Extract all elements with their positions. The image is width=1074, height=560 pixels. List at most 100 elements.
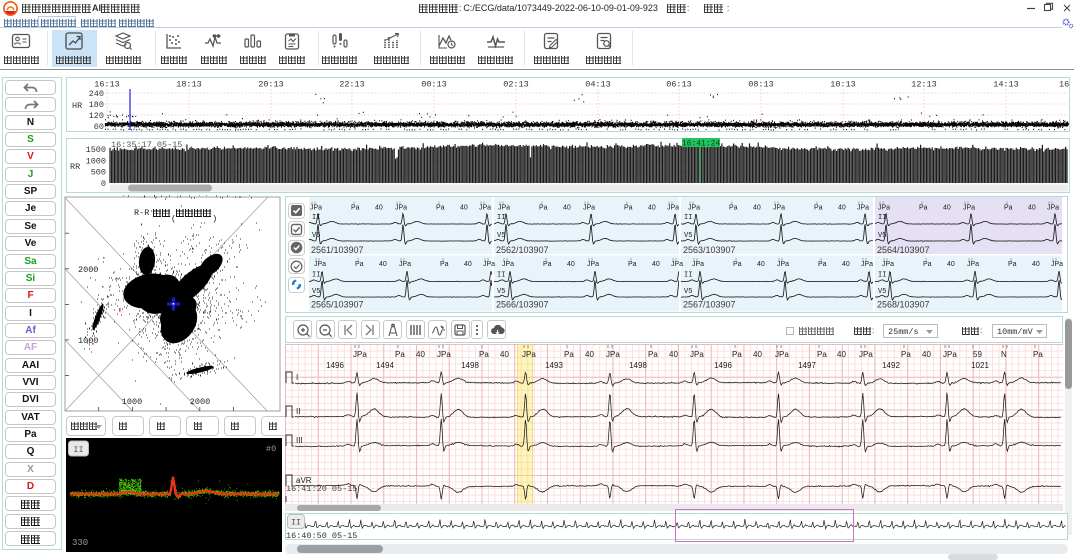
svg-text:JPa: JPa xyxy=(878,205,890,212)
svg-text:40: 40 xyxy=(652,261,660,268)
svg-text:#0: #0 xyxy=(266,444,276,454)
svg-text:40: 40 xyxy=(563,205,571,212)
svg-text:JPa: JPa xyxy=(861,261,873,268)
svg-text:JPa: JPa xyxy=(479,205,491,212)
svg-text:1498: 1498 xyxy=(461,361,479,370)
svg-text:JPa: JPa xyxy=(587,261,599,268)
svg-text:59: 59 xyxy=(973,350,982,359)
svg-text:Pa: Pa xyxy=(351,205,360,212)
svg-text:JPa: JPa xyxy=(353,350,367,359)
svg-text:JPa: JPa xyxy=(671,261,683,268)
svg-text:JPa: JPa xyxy=(1047,205,1059,212)
svg-text:JPa: JPa xyxy=(667,205,679,212)
svg-text:18:13: 18:13 xyxy=(176,80,202,90)
svg-text:JPa: JPa xyxy=(399,261,411,268)
svg-text:40: 40 xyxy=(379,261,387,268)
svg-text:JPa: JPa xyxy=(688,205,700,212)
svg-text:2565/103907: 2565/103907 xyxy=(311,300,364,310)
svg-text:Pa: Pa xyxy=(539,205,548,212)
svg-text:Pa: Pa xyxy=(564,350,574,359)
svg-text:HR: HR xyxy=(72,101,82,111)
svg-text:1496: 1496 xyxy=(714,361,732,370)
svg-text:JPa: JPa xyxy=(882,261,894,268)
svg-text:40: 40 xyxy=(922,350,931,359)
svg-text:40: 40 xyxy=(416,350,425,359)
svg-text:II: II xyxy=(684,214,692,222)
svg-text:1496: 1496 xyxy=(326,361,344,370)
svg-text:2564/103907: 2564/103907 xyxy=(877,245,930,255)
svg-text:JPa: JPa xyxy=(310,205,322,212)
svg-text:Pa: Pa xyxy=(919,205,928,212)
svg-text:I: I xyxy=(296,373,298,382)
svg-text:Pa: Pa xyxy=(543,261,552,268)
svg-text:16:40:50 05-15: 16:40:50 05-15 xyxy=(286,531,357,540)
svg-text:1494: 1494 xyxy=(376,361,394,370)
svg-text:JPa: JPa xyxy=(692,261,704,268)
svg-text:40: 40 xyxy=(757,261,765,268)
svg-text:40: 40 xyxy=(1032,261,1040,268)
svg-text:II: II xyxy=(73,445,83,455)
svg-text:2562/103907: 2562/103907 xyxy=(496,245,549,255)
svg-text:1497: 1497 xyxy=(798,361,816,370)
svg-text:JPa: JPa xyxy=(690,350,704,359)
svg-text:RR: RR xyxy=(70,162,80,172)
svg-text:16:41:24: 16:41:24 xyxy=(682,140,721,149)
svg-text:JPa: JPa xyxy=(859,350,873,359)
svg-text:II: II xyxy=(291,518,301,528)
svg-text:40: 40 xyxy=(1028,205,1036,212)
svg-text:10:13: 10:13 xyxy=(830,80,856,90)
svg-text:40: 40 xyxy=(837,350,846,359)
svg-text:II: II xyxy=(497,214,505,222)
svg-text:120: 120 xyxy=(89,111,104,121)
svg-text:Pa: Pa xyxy=(648,350,658,359)
svg-text:II: II xyxy=(878,272,886,280)
svg-text:JPa: JPa xyxy=(522,350,536,359)
svg-text:12:13: 12:13 xyxy=(911,80,937,90)
svg-text:Pa: Pa xyxy=(440,261,449,268)
svg-text:Pa: Pa xyxy=(624,205,633,212)
svg-text:Pa: Pa xyxy=(1004,205,1013,212)
svg-text:V5: V5 xyxy=(878,288,886,296)
svg-text:40: 40 xyxy=(585,350,594,359)
svg-text:II: II xyxy=(497,272,505,280)
svg-text:40: 40 xyxy=(838,205,846,212)
svg-text:40: 40 xyxy=(669,350,678,359)
svg-text:2000: 2000 xyxy=(190,397,210,407)
svg-text:III: III xyxy=(296,436,303,445)
svg-text:02:13: 02:13 xyxy=(503,80,529,90)
svg-text:Pa: Pa xyxy=(733,261,742,268)
svg-text:V5: V5 xyxy=(312,288,320,296)
svg-text:2568/103907: 2568/103907 xyxy=(877,300,930,310)
svg-text:1000: 1000 xyxy=(86,156,106,166)
svg-text:2566/103907: 2566/103907 xyxy=(496,300,549,310)
svg-text:08:13: 08:13 xyxy=(748,80,774,90)
svg-text:1498: 1498 xyxy=(629,361,647,370)
svg-text:JPa: JPa xyxy=(943,350,957,359)
svg-text:Pa: Pa xyxy=(729,205,738,212)
svg-text:2000: 2000 xyxy=(78,265,98,275)
svg-text:JPa: JPa xyxy=(314,261,326,268)
svg-text:40: 40 xyxy=(567,261,575,268)
svg-text:JPa: JPa xyxy=(1051,261,1063,268)
svg-text:Pa: Pa xyxy=(814,205,823,212)
svg-text:2561/103907: 2561/103907 xyxy=(311,245,364,255)
svg-text:V5: V5 xyxy=(684,232,692,240)
svg-text:1021: 1021 xyxy=(971,361,989,370)
svg-text:1000: 1000 xyxy=(122,397,142,407)
svg-text:40: 40 xyxy=(753,205,761,212)
svg-text:240: 240 xyxy=(89,89,104,99)
svg-text:Pa: Pa xyxy=(436,205,445,212)
svg-text:1500: 1500 xyxy=(86,145,106,155)
svg-text:V5: V5 xyxy=(497,288,505,296)
svg-text:II: II xyxy=(684,272,692,280)
svg-text:Pa: Pa xyxy=(628,261,637,268)
svg-text:40: 40 xyxy=(375,205,383,212)
svg-text:Pa: Pa xyxy=(1008,261,1017,268)
svg-text:1493: 1493 xyxy=(545,361,563,370)
svg-text:500: 500 xyxy=(91,168,106,178)
svg-text:JPa: JPa xyxy=(583,205,595,212)
svg-text:V5: V5 xyxy=(684,288,692,296)
svg-text:40: 40 xyxy=(500,350,509,359)
svg-text:JPa: JPa xyxy=(437,350,451,359)
svg-text:II: II xyxy=(312,272,320,280)
